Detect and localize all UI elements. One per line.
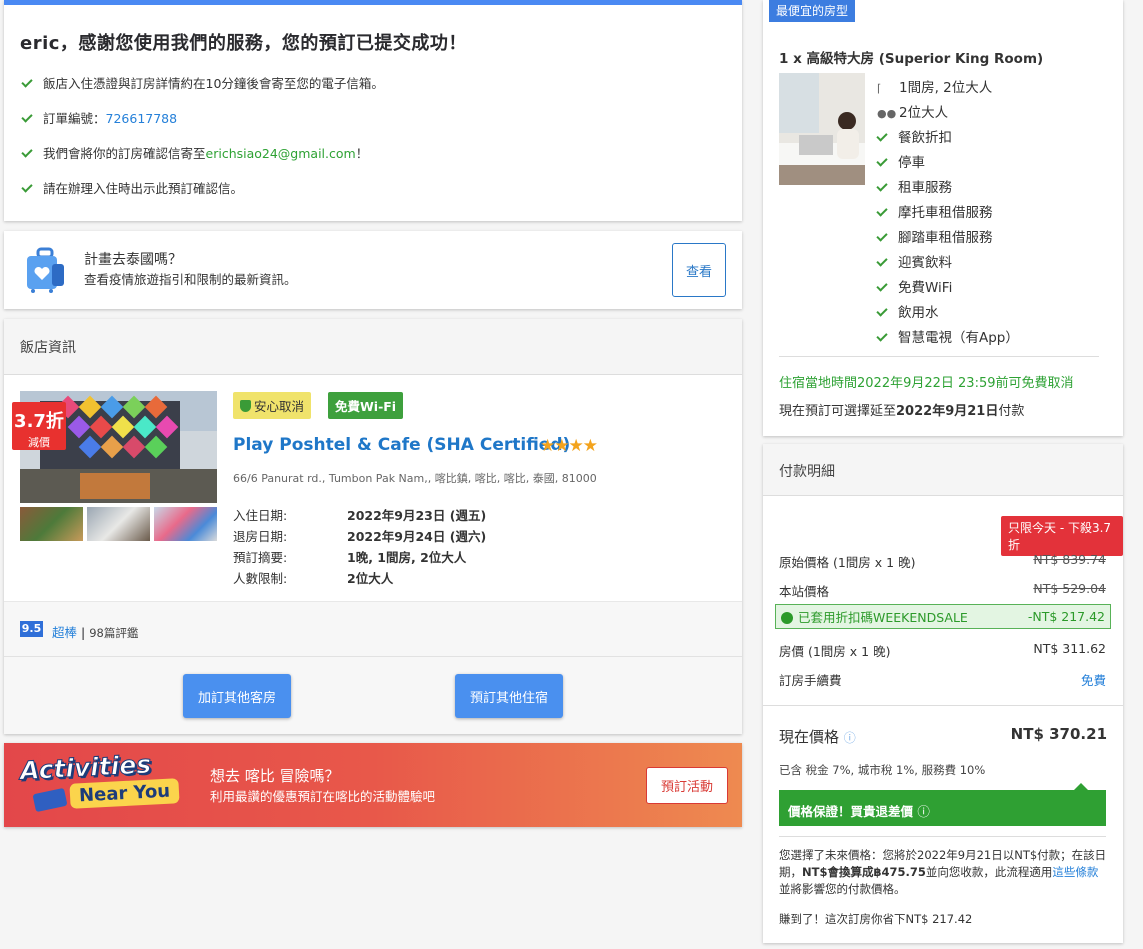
travel-advisory-card: 計畫去泰國嗎？ 查看疫情旅遊指引和限制的最新資訊。 查看 xyxy=(4,231,742,309)
confirm-line-order: 訂單編號：726617788 xyxy=(21,108,178,127)
divider xyxy=(779,356,1099,357)
book-activities-button[interactable]: 預訂活動 xyxy=(646,767,728,804)
cheapest-room-badge: 最便宜的房型 xyxy=(769,0,856,22)
check-icon xyxy=(876,230,888,242)
shield-check-icon xyxy=(240,399,251,412)
room-photo[interactable] xyxy=(779,73,865,185)
check-icon xyxy=(876,130,888,142)
amenity-item: 智慧電視（有App） xyxy=(876,326,1019,346)
amenity-item: 停車 xyxy=(876,151,925,171)
summary-row: 預訂摘要: 1晚, 1間房, 2位大人 xyxy=(233,550,467,565)
check-icon xyxy=(21,76,33,88)
terms-link[interactable]: 這些條款 xyxy=(1052,865,1098,879)
amenity-item: ⌈ 1間房, 2位大人 xyxy=(877,80,993,96)
action-buttons: 加訂其他客房 預訂其他住宿 xyxy=(4,657,742,734)
order-number[interactable]: 726617788 xyxy=(106,111,178,126)
checkin-row: 入住日期: 2022年9月23日 (週五) xyxy=(233,508,487,523)
free-wifi-tag: 免費Wi-Fi xyxy=(328,392,404,419)
divider xyxy=(763,705,1123,706)
travel-title: 計畫去泰國嗎？ xyxy=(84,252,182,268)
hotel-thumbnail[interactable] xyxy=(154,507,217,541)
room-name: 1 x 高級特大房 (Superior King Room) xyxy=(779,51,1044,67)
occupancy-row: 人數限制: 2位大人 xyxy=(233,571,394,586)
check-icon xyxy=(876,180,888,192)
check-icon xyxy=(876,280,888,292)
current-price: NT$ 370.21 xyxy=(1010,725,1107,743)
booking-fee-row: 訂房手續費 免費 xyxy=(779,673,1106,688)
info-icon[interactable]: ⓘ xyxy=(844,731,856,745)
check-icon xyxy=(876,205,888,217)
review-score: 9.5 xyxy=(20,621,43,637)
review-bar: 9.5 超棒 | 98篇評鑑 xyxy=(4,601,742,657)
discount-badge: 3.7折 減價 xyxy=(12,402,66,450)
divider xyxy=(779,836,1106,837)
amenity-item: 迎賓飲料 xyxy=(876,251,952,271)
payment-header: 付款明細 xyxy=(763,444,1123,496)
review-summary: 超棒 | 98篇評鑑 xyxy=(52,625,139,640)
check-icon xyxy=(876,305,888,317)
review-count: 98篇評鑑 xyxy=(89,626,139,640)
hotel-info-card: 飯店資訊 3.7折 減價 安心取消 免費Wi-Fi Play Poshtel &… xyxy=(4,319,742,734)
future-price-note: 您選擇了未來價格：您將於2022年9月21日以NT$付款；在該日期，NT$會換算… xyxy=(779,848,1107,896)
ticket-icon xyxy=(32,787,68,813)
email-address: erichsiao24@gmail.com xyxy=(205,146,356,161)
confirm-line-email: 我們會將你的訂房確認信寄至erichsiao24@gmail.com！ xyxy=(21,143,368,162)
check-icon xyxy=(876,155,888,167)
safe-cancel-tag: 安心取消 xyxy=(233,392,312,419)
activities-subtitle: 利用最讚的優惠預訂在喀比的活動體驗吧 xyxy=(210,789,436,804)
activities-banner: Activities Near You 想去 喀比 冒險嗎？ 利用最讚的優惠預訂… xyxy=(4,743,742,827)
amenity-item: 飲用水 xyxy=(876,301,939,321)
add-rooms-button[interactable]: 加訂其他客房 xyxy=(183,674,291,718)
confirm-line-voucher: 飯店入住憑證與訂房詳情約在10分鐘後會寄至您的電子信箱。 xyxy=(21,73,384,92)
info-icon[interactable]: ⓘ xyxy=(917,804,930,819)
hotel-thumbnail[interactable] xyxy=(87,507,150,541)
checkout-row: 退房日期: 2022年9月24日 (週六) xyxy=(233,529,487,544)
amenity-item: 免費WiFi xyxy=(876,276,952,296)
confirmation-card: eric，感謝您使用我們的服務，您的預訂已提交成功！ 飯店入住憑證與訂房詳情約在… xyxy=(4,0,742,221)
site-price-row: 本站價格 NT$ 529.04 xyxy=(779,581,1106,599)
room-icon: ⌈ xyxy=(877,82,882,95)
people-icon: ●● xyxy=(877,107,897,120)
hotel-thumbnail[interactable] xyxy=(20,507,83,541)
near-you-logo-text: Near You xyxy=(69,778,180,809)
star-rating-icon: ★★★★ xyxy=(540,436,598,456)
confirm-line-checkin: 請在辦理入住時出示此預訂確認信。 xyxy=(21,178,243,197)
tax-note: 已含 稅金 7%, 城市稅 1%, 服務費 10% xyxy=(779,763,986,777)
price-guarantee-banner: 價格保證！買貴退差價 ⓘ xyxy=(779,783,1106,826)
hotel-address: 66/6 Panurat rd., Tumbon Pak Nam,, 喀比鎮, … xyxy=(233,472,597,485)
rating-word-link[interactable]: 超棒 xyxy=(52,625,77,640)
coupon-applied-row: 已套用折扣碼WEEKENDSALE -NT$ 217.42 xyxy=(775,604,1111,629)
check-icon xyxy=(876,330,888,342)
amenity-item: 租車服務 xyxy=(876,176,952,196)
amenity-item: 腳踏車租借服務 xyxy=(876,226,993,246)
payment-details-card: 付款明細 只限今天 - 下殺3.7折 原始價格 (1間房 x 1 晚) NT$ 8… xyxy=(763,444,1123,943)
room-price-row: 房價 (1間房 x 1 晚) NT$ 311.62 xyxy=(779,641,1106,659)
hotel-name-link[interactable]: Play Poshtel & Cafe (SHA Certified) xyxy=(233,435,570,455)
confirmation-title: eric，感謝您使用我們的服務，您的預訂已提交成功！ xyxy=(20,33,467,54)
check-icon xyxy=(21,111,33,123)
hotel-info-header: 飯店資訊 xyxy=(4,319,742,375)
free-cancellation-note: 住宿當地時間2022年9月22日 23:59前可免費取消 xyxy=(779,376,1074,391)
limited-offer-badge: 只限今天 - 下殺3.7折 xyxy=(1001,516,1123,556)
luggage-icon xyxy=(27,247,64,293)
check-icon xyxy=(21,146,33,158)
pay-later-note: 現在預訂可選擇延至2022年9月21日付款 xyxy=(779,404,1025,419)
check-circle-icon xyxy=(781,612,793,624)
original-price-row: 原始價格 (1間房 x 1 晚) NT$ 839.74 xyxy=(779,552,1106,570)
savings-note: 賺到了！這次訂房你省下NT$ 217.42 xyxy=(779,912,973,926)
amenity-item: 餐飲折扣 xyxy=(876,126,952,146)
travel-subtitle: 查看疫情旅遊指引和限制的最新資訊。 xyxy=(84,272,297,287)
check-icon xyxy=(876,255,888,267)
room-card: 最便宜的房型 1 x 高級特大房 (Superior King Room) ⌈ 1… xyxy=(763,0,1123,436)
amenity-item: 摩托車租借服務 xyxy=(876,201,993,221)
view-guidelines-button[interactable]: 查看 xyxy=(672,243,726,297)
activities-title: 想去 喀比 冒險嗎？ xyxy=(210,767,340,785)
check-icon xyxy=(21,181,33,193)
book-other-stay-button[interactable]: 預訂其他住宿 xyxy=(455,674,563,718)
amenity-item: ●● 2位大人 xyxy=(877,105,949,121)
current-price-label: 現在價格 ⓘ xyxy=(779,728,856,746)
